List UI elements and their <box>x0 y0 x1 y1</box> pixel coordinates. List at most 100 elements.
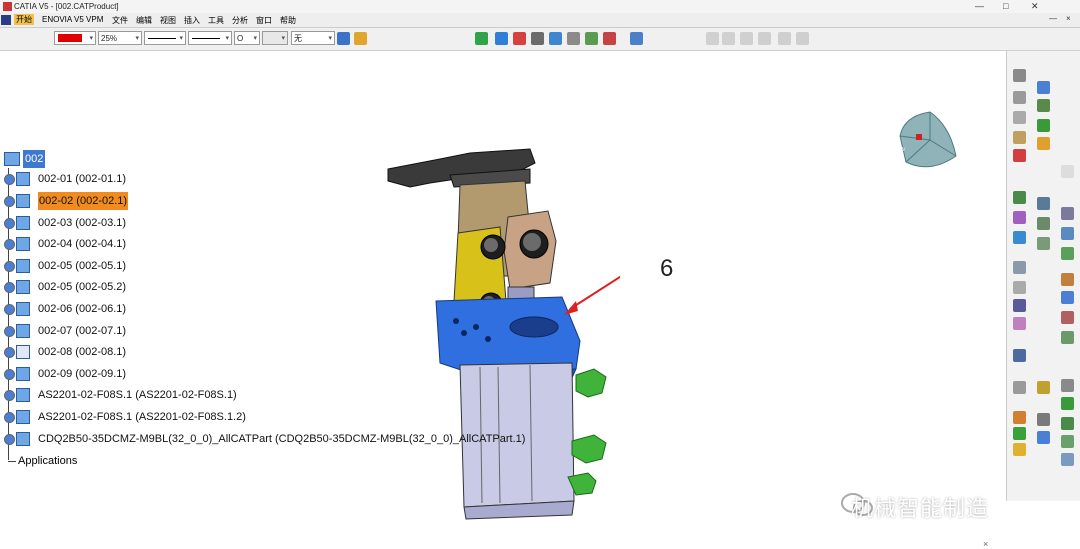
annotation-icon[interactable] <box>1061 247 1074 260</box>
sectioning-icon[interactable] <box>1013 211 1026 224</box>
swap-visible-icon[interactable] <box>585 32 598 45</box>
constraint-icon[interactable] <box>1013 69 1026 82</box>
expand-node-icon[interactable] <box>4 326 15 337</box>
multi-view-icon[interactable] <box>567 32 580 45</box>
section-icon[interactable] <box>1061 207 1074 220</box>
reorder-icon[interactable] <box>1061 453 1074 466</box>
hide-show-icon[interactable] <box>513 32 526 45</box>
tree-connector-line <box>8 461 16 462</box>
flag-icon[interactable] <box>1037 413 1050 426</box>
measure-icon[interactable] <box>778 32 791 45</box>
format-painter-icon[interactable] <box>337 32 350 45</box>
select-icon[interactable] <box>1061 165 1074 178</box>
snap-icon[interactable] <box>1013 381 1026 394</box>
reuse-icon[interactable] <box>1013 317 1026 330</box>
expand-node-icon[interactable] <box>4 218 15 229</box>
menu-edit[interactable]: 编辑 <box>136 15 152 26</box>
bill-of-material-icon[interactable] <box>1061 291 1074 304</box>
brush-icon[interactable] <box>354 32 367 45</box>
expand-node-icon[interactable] <box>4 174 15 185</box>
menu-view[interactable]: 视图 <box>160 15 176 26</box>
move-icon[interactable] <box>1037 119 1050 132</box>
hole-icon[interactable] <box>1061 331 1074 344</box>
product-icon[interactable] <box>1037 81 1050 94</box>
graph-tree-icon[interactable] <box>1013 443 1026 456</box>
eraser-icon[interactable] <box>758 32 771 45</box>
fix-icon[interactable] <box>1013 91 1026 104</box>
menu-file[interactable]: 文件 <box>112 15 128 26</box>
expand-node-icon[interactable] <box>4 196 15 207</box>
distance-icon[interactable] <box>1037 217 1050 230</box>
doc-minimize-button[interactable]: — <box>1049 14 1057 23</box>
assembly-model[interactable] <box>380 141 620 521</box>
group-icon[interactable] <box>1037 237 1050 250</box>
symmetry-icon[interactable] <box>1013 261 1026 274</box>
menu-window[interactable]: 窗口 <box>256 15 272 26</box>
refresh-icon[interactable] <box>740 32 753 45</box>
color-select[interactable]: ▾ <box>54 31 96 45</box>
line-type-select[interactable]: ▾ <box>188 31 232 45</box>
measure-icon[interactable] <box>1013 191 1026 204</box>
expand-node-icon[interactable] <box>4 390 15 401</box>
catalog-icon[interactable] <box>1061 273 1074 286</box>
menu-tools[interactable]: 工具 <box>208 15 224 26</box>
explode-icon[interactable] <box>1037 137 1050 150</box>
point-type-select[interactable]: O ▾ <box>234 31 260 45</box>
pan-icon[interactable] <box>475 32 488 45</box>
offset-icon[interactable] <box>1013 131 1026 144</box>
contact-icon[interactable] <box>1013 111 1026 124</box>
catalog-icon[interactable] <box>630 32 643 45</box>
expand-node-icon[interactable] <box>4 369 15 380</box>
clash-icon[interactable] <box>1037 197 1050 210</box>
pattern-icon[interactable] <box>1013 281 1026 294</box>
menu-insert[interactable]: 插入 <box>184 15 200 26</box>
existing-component-icon[interactable] <box>1037 431 1050 444</box>
close-button[interactable]: ✕ <box>1031 1 1039 12</box>
publish-icon[interactable] <box>1061 227 1074 240</box>
expand-node-icon[interactable] <box>4 347 15 358</box>
title-bar: CATIA V5 - [002.CATProduct] — □ ✕ <box>0 0 1080 13</box>
sketch-icon[interactable] <box>1013 299 1026 312</box>
component-icon[interactable] <box>1037 99 1050 112</box>
stop-icon[interactable] <box>1061 379 1074 392</box>
text-icon[interactable] <box>1013 411 1026 424</box>
3d-viewport[interactable]: v 6 机械智能制造 002 002-01 (002-01.1) 002-02 … <box>0 51 1006 549</box>
fly-icon[interactable] <box>531 32 544 45</box>
expand-node-icon[interactable] <box>4 412 15 423</box>
replace-icon[interactable] <box>1061 435 1074 448</box>
menu-analysis[interactable]: 分析 <box>232 15 248 26</box>
manipulate-icon[interactable] <box>1013 349 1026 362</box>
doc-close-button[interactable]: × <box>1066 14 1071 23</box>
redo-icon[interactable] <box>722 32 735 45</box>
expand-node-icon[interactable] <box>4 282 15 293</box>
layer-select[interactable]: 无 ▾ <box>291 31 335 45</box>
expand-node-icon[interactable] <box>4 434 15 445</box>
transparency-select[interactable]: 25% ▾ <box>98 31 142 45</box>
rotate-icon[interactable] <box>495 32 508 45</box>
smart-move-icon[interactable] <box>1037 381 1050 394</box>
menu-enovia[interactable]: ENOVIA V5 VPM <box>42 15 103 24</box>
search-icon[interactable] <box>796 32 809 45</box>
multi-instance-icon[interactable] <box>1061 397 1074 410</box>
line-weight-select[interactable]: ▾ <box>262 31 288 45</box>
update-icon[interactable] <box>1061 417 1074 430</box>
menu-help[interactable]: 帮助 <box>280 15 296 26</box>
minimize-button[interactable]: — <box>975 1 984 11</box>
expand-node-icon[interactable] <box>4 304 15 315</box>
angle-icon[interactable] <box>1013 149 1026 162</box>
scene-icon[interactable] <box>1013 231 1026 244</box>
expand-node-icon[interactable] <box>4 261 15 272</box>
close-icon[interactable]: × <box>983 539 988 549</box>
weld-icon[interactable] <box>1061 311 1074 324</box>
expand-node-icon[interactable] <box>4 239 15 250</box>
maximize-button[interactable]: □ <box>1003 1 1008 11</box>
menu-start[interactable]: 开始 <box>14 14 34 25</box>
new-part-icon[interactable] <box>1013 427 1026 440</box>
compass-widget[interactable]: v <box>890 106 965 176</box>
render-style-icon[interactable] <box>603 32 616 45</box>
part-icon <box>16 367 30 381</box>
undo-icon[interactable] <box>706 32 719 45</box>
right-toolbar <box>1006 51 1080 501</box>
line-thickness-select[interactable]: ▾ <box>144 31 186 45</box>
normal-view-icon[interactable] <box>549 32 562 45</box>
